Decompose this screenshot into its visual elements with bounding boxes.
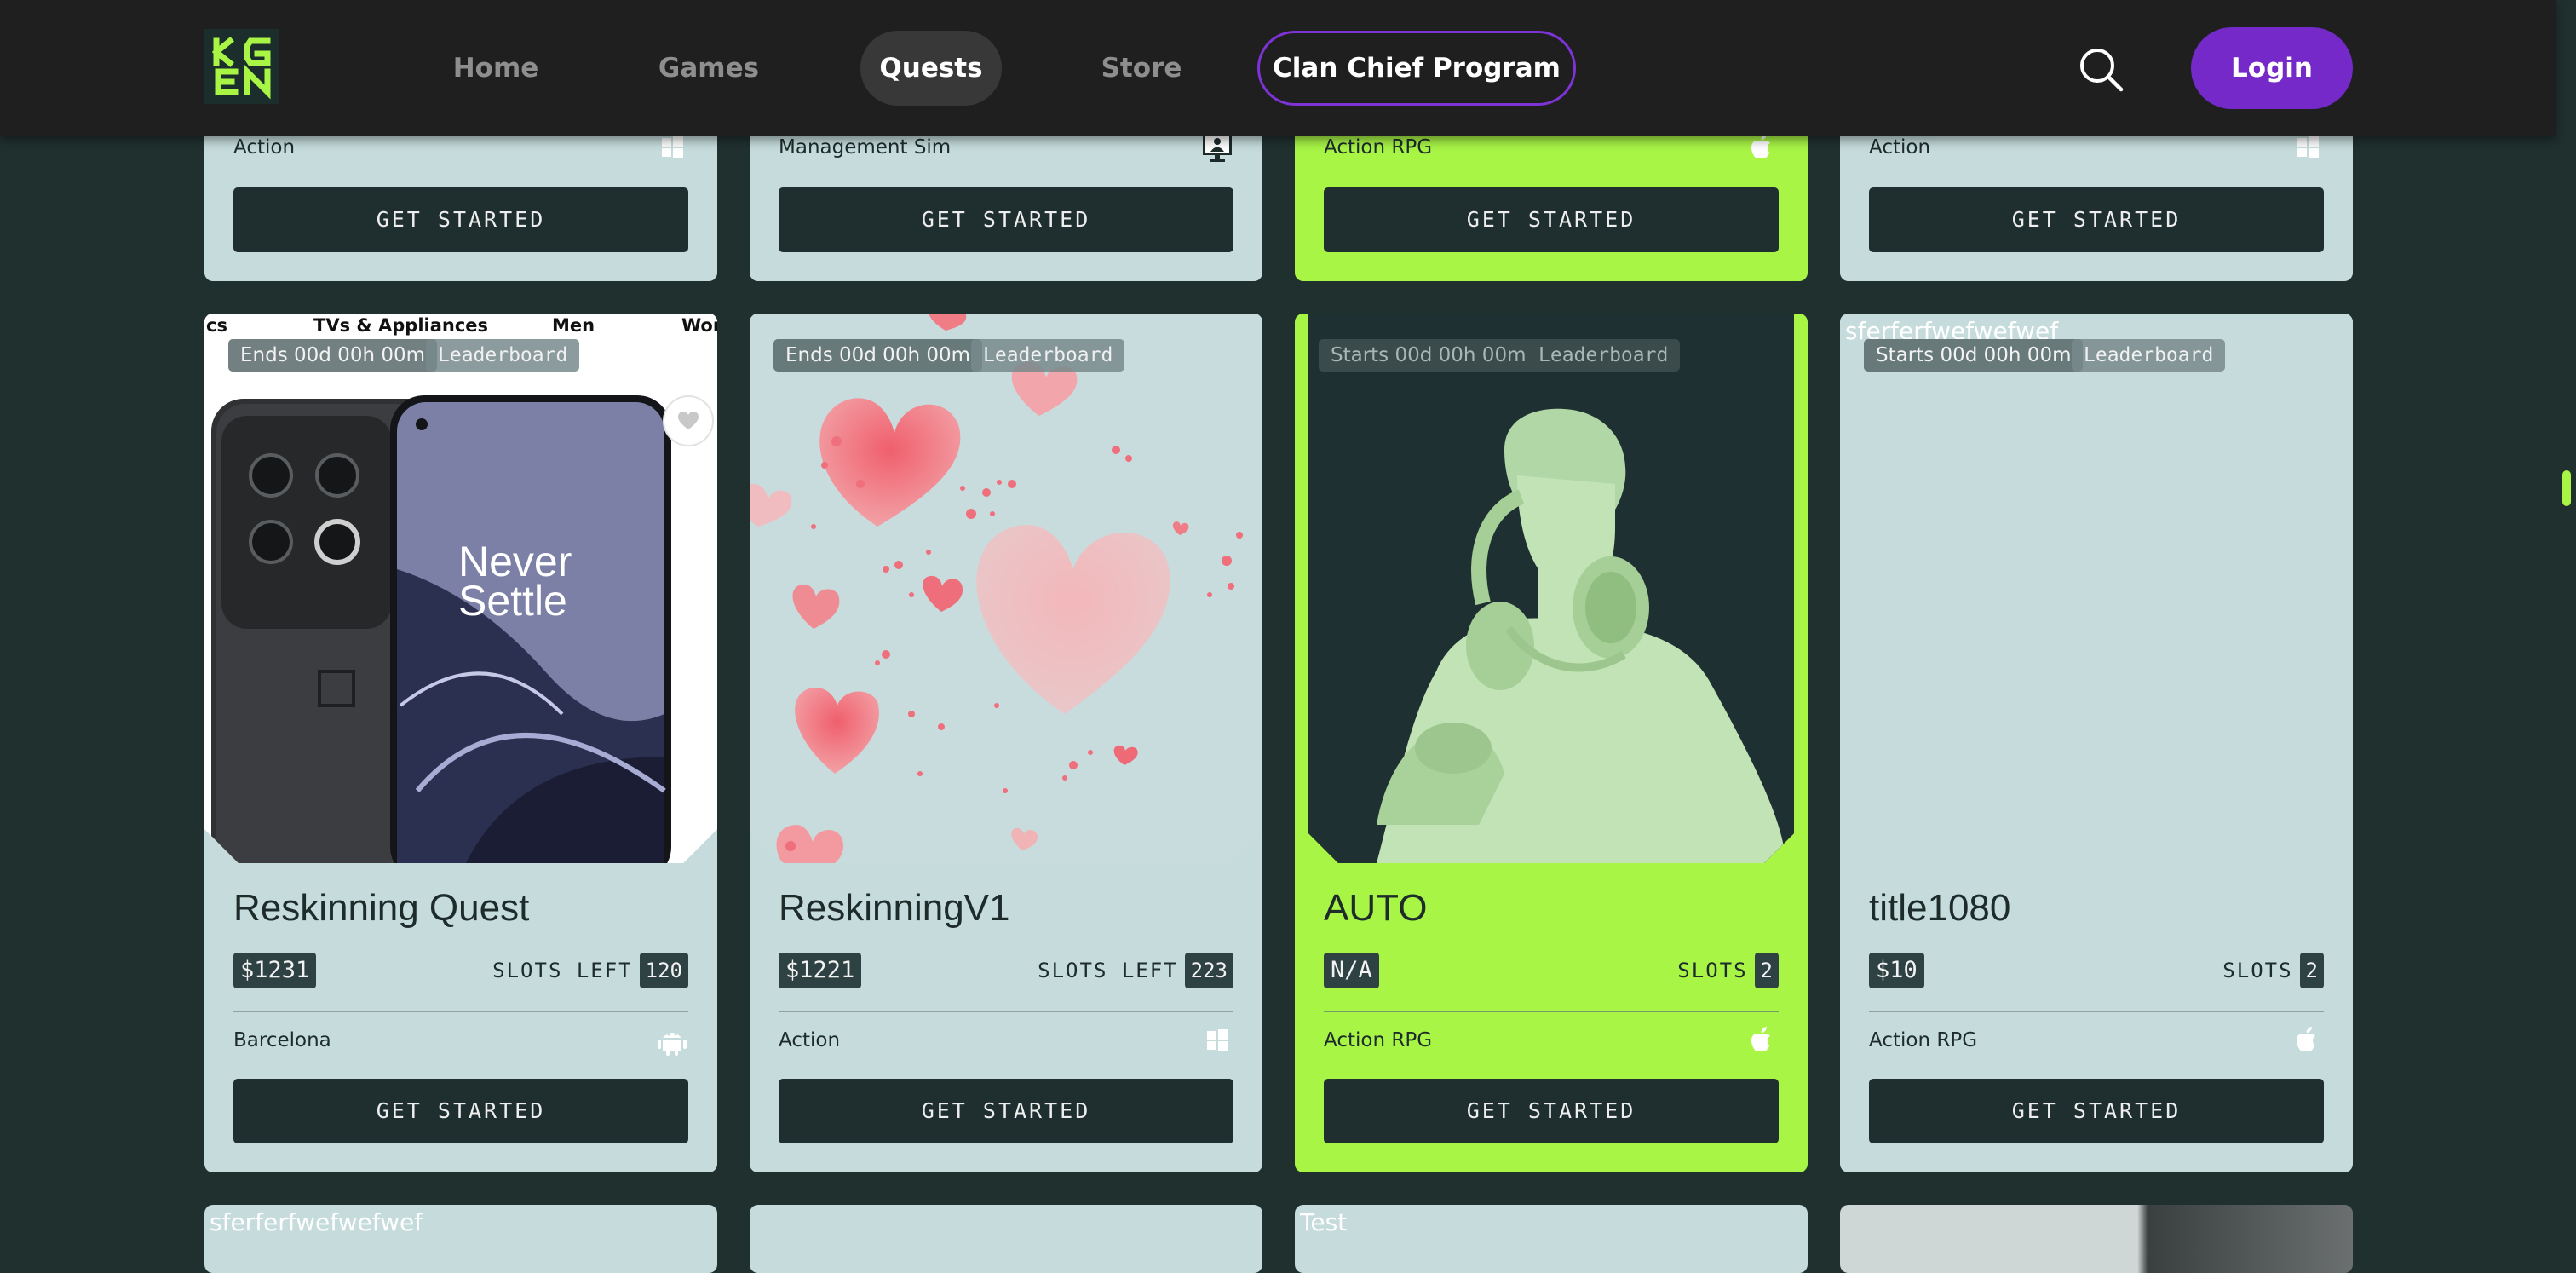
- quest-card-featured[interactable]: Starts 00d 00h 00m Leaderboard AUTO N/A …: [1295, 314, 1808, 1172]
- broken-image-alt-text: Test: [1300, 1208, 1348, 1236]
- card-divider: [233, 1011, 688, 1012]
- quest-title: Reskinning Quest: [233, 887, 530, 929]
- apple-icon: [1746, 1024, 1779, 1057]
- favorite-heart-icon[interactable]: [663, 395, 714, 446]
- broken-image-alt-text: sferferfwefwefwef: [210, 1208, 423, 1236]
- card-genre: Management Sim: [779, 136, 952, 158]
- nav-games[interactable]: Games: [646, 31, 772, 106]
- slots-count: SLOTS 2: [2222, 953, 2324, 988]
- get-started-button[interactable]: GET STARTED: [779, 187, 1233, 252]
- quest-card[interactable]: sferferfwefwefwef Starts 00d 00h 00m Lea…: [1840, 314, 2353, 1172]
- quest-timer-badge: Ends 00d 00h 00m: [228, 339, 438, 372]
- leaderboard-badge: Leaderboard: [1527, 339, 1681, 372]
- nav-home[interactable]: Home: [433, 31, 559, 106]
- quest-title: title1080: [1869, 887, 2011, 929]
- quest-title: AUTO: [1324, 887, 1428, 929]
- get-started-button[interactable]: GET STARTED: [1869, 187, 2324, 252]
- quest-card[interactable]: sferferfwefwefwef: [204, 1205, 717, 1273]
- card-genre: Action RPG: [1324, 1029, 1433, 1051]
- slots-count: SLOTS 2: [1677, 953, 1779, 988]
- search-icon[interactable]: [2077, 45, 2125, 93]
- quest-timer-badge: Starts 00d 00h 00m: [1319, 339, 1538, 372]
- quest-price: $10: [1869, 953, 1924, 988]
- quest-card[interactable]: Test: [1295, 1205, 1808, 1273]
- get-started-button[interactable]: GET STARTED: [1324, 187, 1779, 252]
- get-started-button[interactable]: GET STARTED: [779, 1079, 1233, 1143]
- leaderboard-badge: Leaderboard: [971, 339, 1125, 372]
- apple-icon: [2291, 1024, 2324, 1057]
- nav-store[interactable]: Store: [1078, 31, 1205, 106]
- quest-card[interactable]: Ends 00d 00h 00m Leaderboard ReskinningV…: [750, 314, 1262, 1172]
- slots-left: SLOTS LEFT 223: [1038, 953, 1233, 988]
- quest-image-photo: [1840, 1205, 2353, 1273]
- card-genre: Action RPG: [1869, 1029, 1978, 1051]
- get-started-button[interactable]: GET STARTED: [233, 1079, 688, 1143]
- quest-timer-badge: Starts 00d 00h 00m: [1864, 339, 2084, 372]
- card-divider: [1324, 1011, 1779, 1012]
- card-genre: Action: [233, 136, 296, 158]
- card-divider: [1869, 1011, 2324, 1012]
- login-button[interactable]: Login: [2191, 27, 2353, 109]
- leaderboard-badge: Leaderboard: [426, 339, 580, 372]
- quest-card[interactable]: cs TVs & Appliances Men Won Never Settle…: [204, 314, 717, 1172]
- get-started-button[interactable]: GET STARTED: [1869, 1079, 2324, 1143]
- top-navigation-bar: Home Games Quests Store Clan Chief Progr…: [0, 0, 2556, 136]
- card-genre: Barcelona: [233, 1029, 331, 1051]
- leaderboard-badge: Leaderboard: [2072, 339, 2226, 372]
- quest-image-hearts: [750, 314, 1262, 863]
- quest-timer-badge: Ends 00d 00h 00m: [773, 339, 983, 372]
- card-genre: Action RPG: [1324, 136, 1433, 158]
- quest-price: $1221: [779, 953, 862, 988]
- get-started-button[interactable]: GET STARTED: [233, 187, 688, 252]
- quest-title: ReskinningV1: [779, 887, 1010, 929]
- card-divider: [779, 1011, 1233, 1012]
- nav-quests[interactable]: Quests: [860, 31, 1002, 106]
- android-icon: [656, 1024, 688, 1057]
- phone-ad-menu: cs TVs & Appliances Men Won: [206, 315, 717, 336]
- quest-card[interactable]: [1840, 1205, 2353, 1273]
- quest-image-broken: sferferfwefwefwef: [1840, 314, 2353, 863]
- phone-ad-tagline: Never Settle: [458, 538, 572, 625]
- quest-image-phone: cs TVs & Appliances Men Won Never Settle: [204, 314, 717, 863]
- kgen-logo[interactable]: [204, 29, 279, 104]
- windows-icon: [1201, 1024, 1233, 1057]
- quest-price: $1231: [233, 953, 317, 988]
- get-started-button[interactable]: GET STARTED: [1324, 1079, 1779, 1143]
- quest-price: N/A: [1324, 953, 1379, 988]
- page-scrollbar-thumb[interactable]: [2562, 470, 2571, 506]
- card-genre: Action: [779, 1029, 841, 1051]
- quest-image-character: [1308, 314, 1794, 863]
- quest-card[interactable]: [750, 1205, 1262, 1273]
- slots-left: SLOTS LEFT 120: [492, 953, 688, 988]
- nav-clan-chief-program[interactable]: Clan Chief Program: [1257, 31, 1576, 106]
- card-genre: Action: [1869, 136, 1931, 158]
